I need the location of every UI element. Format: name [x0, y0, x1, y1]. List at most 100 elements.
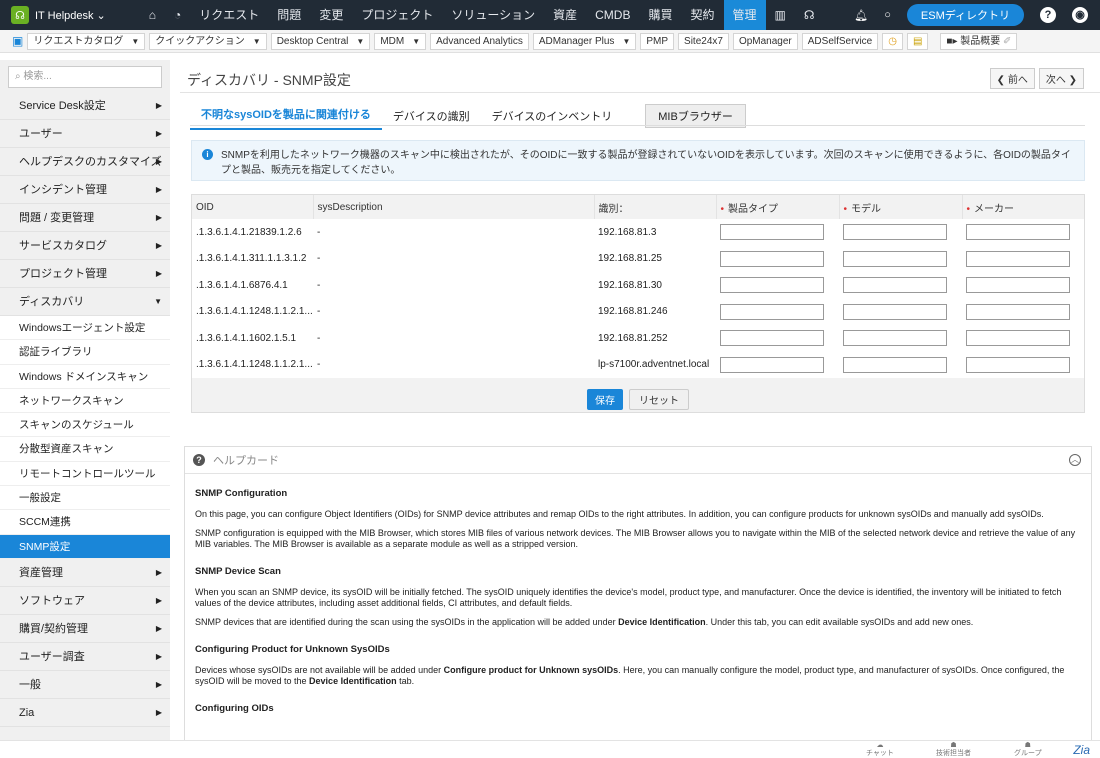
- help-heading: SNMP Configuration: [195, 488, 288, 499]
- pin-icon[interactable]: ✐: [1003, 36, 1011, 47]
- manufacturer-input[interactable]: [966, 303, 1070, 320]
- sidebar-subitem-windows-agent[interactable]: Windowsエージェント設定: [0, 316, 170, 341]
- nav-admin[interactable]: 管理: [723, 0, 766, 30]
- sidebar-subitem-domain-scan[interactable]: Windows ドメインスキャン: [0, 364, 170, 389]
- model-input[interactable]: [843, 330, 947, 347]
- prev-button[interactable]: ❮ 前へ: [989, 68, 1035, 89]
- nav-purchase[interactable]: 購買: [639, 0, 681, 30]
- user-avatar-icon[interactable]: ◉: [1072, 7, 1088, 23]
- sidebar-item-service-desk-settings[interactable]: Service Desk設定 ▶: [0, 92, 170, 120]
- model-input[interactable]: [843, 250, 947, 267]
- adselfservice-button[interactable]: ADSelfService: [801, 32, 879, 50]
- sidebar-subitem-network-scan[interactable]: ネットワークスキャン: [0, 388, 170, 414]
- bell-icon[interactable]: 🔔︎: [854, 9, 868, 22]
- request-catalog-dropdown[interactable]: リクエストカタログ ▼: [27, 32, 146, 50]
- sidebar-item-general[interactable]: 一般 ▶: [0, 671, 170, 699]
- collapse-icon[interactable]: ︿: [1069, 454, 1081, 466]
- reminder-icon[interactable]: ◷: [882, 32, 903, 50]
- esm-directory-button[interactable]: ESMディレクトリ: [906, 4, 1024, 26]
- technicians-button[interactable]: ☗ 技術担当者: [936, 742, 971, 758]
- help-icon[interactable]: ?: [1040, 7, 1056, 23]
- sidebar-item-incident[interactable]: インシデント管理 ▶: [0, 176, 170, 204]
- quick-actions-dropdown[interactable]: クイックアクション ▼: [149, 32, 267, 50]
- manufacturer-input[interactable]: [966, 224, 1070, 241]
- manufacturer-input[interactable]: [966, 277, 1070, 294]
- nav-changes[interactable]: 変更: [310, 0, 352, 30]
- product-type-input[interactable]: [720, 224, 824, 241]
- sidebar-item-customization[interactable]: ヘルプデスクのカスタマイズ ▶: [0, 148, 170, 176]
- chevron-right-icon: ▶: [155, 213, 162, 222]
- nav-projects[interactable]: プロジェクト: [352, 0, 442, 30]
- model-input[interactable]: [843, 277, 947, 294]
- dashboard-icon[interactable]: ◔: [165, 0, 190, 30]
- zia-button[interactable]: Zia: [1073, 743, 1090, 757]
- nav-requests[interactable]: リクエスト: [190, 0, 268, 30]
- chevron-down-icon: ▼: [154, 297, 162, 306]
- sidebar-item-user-survey[interactable]: ユーザー調査 ▶: [0, 643, 170, 671]
- sidebar-item-zia[interactable]: Zia ▶: [0, 699, 170, 727]
- sidebar-item-project[interactable]: プロジェクト管理 ▶: [0, 260, 170, 288]
- notes-icon[interactable]: ▤: [906, 32, 929, 50]
- sidebar-subitem-credential-library[interactable]: 認証ライブラリ: [0, 340, 170, 365]
- nav-solutions[interactable]: ソリューション: [442, 0, 544, 30]
- product-type-input[interactable]: [720, 356, 824, 373]
- sidebar-subitem-sccm[interactable]: SCCM連携: [0, 510, 170, 535]
- sidebar-item-purchase-contract[interactable]: 購買/契約管理 ▶: [0, 615, 170, 643]
- help-paragraph: SNMP devices that are identified during …: [195, 617, 974, 627]
- sidebar-subitem-remote-control[interactable]: リモートコントロールツール: [0, 461, 170, 487]
- product-type-input[interactable]: [720, 303, 824, 320]
- sidebar-item-asset-management[interactable]: 資産管理 ▶: [0, 559, 170, 587]
- mib-browser-button[interactable]: MIBブラウザー: [645, 103, 746, 128]
- manufacturer-input[interactable]: [966, 250, 1070, 267]
- admin-sidebar: ⌕ 検索... Service Desk設定 ▶ ユーザー ▶ ヘルプデスクのカスタ…: [0, 60, 170, 740]
- opmanager-button[interactable]: OpManager: [732, 32, 798, 50]
- model-input[interactable]: [843, 303, 947, 320]
- sidebar-item-software[interactable]: ソフトウェア ▶: [0, 587, 170, 615]
- site24x7-button[interactable]: Site24x7: [678, 32, 729, 50]
- nav-contracts[interactable]: 契約: [681, 0, 723, 30]
- chevron-right-icon: ▶: [155, 185, 162, 194]
- manufacturer-input[interactable]: [966, 356, 1070, 373]
- mdm-dropdown[interactable]: MDM ▼: [374, 32, 427, 50]
- sidebar-item-service-catalog[interactable]: サービスカタログ ▶: [0, 232, 170, 260]
- nav-assets[interactable]: 資産: [544, 0, 586, 30]
- save-button[interactable]: 保存: [587, 389, 623, 410]
- app-switcher[interactable]: IT Helpdesk ⌄: [35, 9, 106, 22]
- col-sysdescription: sysDescription: [312, 195, 594, 219]
- desktop-central-dropdown[interactable]: Desktop Central ▼: [270, 32, 371, 50]
- manufacturer-input[interactable]: [966, 330, 1070, 347]
- sidebar-search-input[interactable]: ⌕ 検索...: [8, 66, 162, 88]
- nav-cmdb[interactable]: CMDB: [586, 0, 639, 30]
- sidebar-item-discovery[interactable]: ディスカバリ ▼: [0, 288, 170, 316]
- quick-toolbar: ▣ リクエストカタログ ▼ クイックアクション ▼ Desktop Central ▼…: [0, 30, 1100, 53]
- groups-button[interactable]: ☗ グループ: [1014, 742, 1042, 758]
- model-input[interactable]: [843, 356, 947, 373]
- new-request-icon[interactable]: ▣: [12, 34, 23, 48]
- chevron-right-icon: ▶: [155, 679, 162, 689]
- pmp-button[interactable]: PMP: [640, 32, 675, 50]
- product-type-input[interactable]: [720, 330, 824, 347]
- sidebar-subitem-scan-schedule[interactable]: スキャンのスケジュール: [0, 413, 170, 438]
- product-type-input[interactable]: [720, 277, 824, 294]
- nav-problems[interactable]: 問題: [268, 0, 310, 30]
- home-icon[interactable]: ⌂: [140, 0, 165, 30]
- advanced-analytics-button[interactable]: Advanced Analytics: [430, 32, 529, 50]
- model-input[interactable]: [843, 224, 947, 241]
- admanager-plus-dropdown[interactable]: ADManager Plus ▼: [532, 32, 637, 50]
- sidebar-subitem-snmp[interactable]: SNMP設定: [0, 534, 170, 559]
- search-icon[interactable]: ○: [884, 9, 891, 21]
- reset-button[interactable]: リセット: [629, 389, 689, 410]
- support-headset-icon[interactable]: ☊: [795, 0, 824, 30]
- sidebar-item-users[interactable]: ユーザー ▶: [0, 120, 170, 148]
- chat-button[interactable]: ☁ チャット: [866, 742, 894, 758]
- sidebar-subitem-distributed-scan[interactable]: 分散型資産スキャン: [0, 437, 170, 462]
- sysdescription-cell: -: [317, 306, 321, 318]
- sidebar-item-problem-change[interactable]: 問題 / 変更管理 ▶: [0, 204, 170, 232]
- helpdesk-logo-icon[interactable]: ☊: [11, 6, 29, 24]
- reports-icon[interactable]: ▥: [766, 0, 795, 30]
- next-button[interactable]: 次へ ❯: [1038, 68, 1084, 89]
- product-overview-button[interactable]: ■▸ 製品概要 ✐: [940, 32, 1018, 50]
- sidebar-subitem-general-settings[interactable]: 一般設定: [0, 486, 170, 511]
- help-card-header[interactable]: ? ヘルプカード ︿: [185, 447, 1091, 474]
- product-type-input[interactable]: [720, 250, 824, 267]
